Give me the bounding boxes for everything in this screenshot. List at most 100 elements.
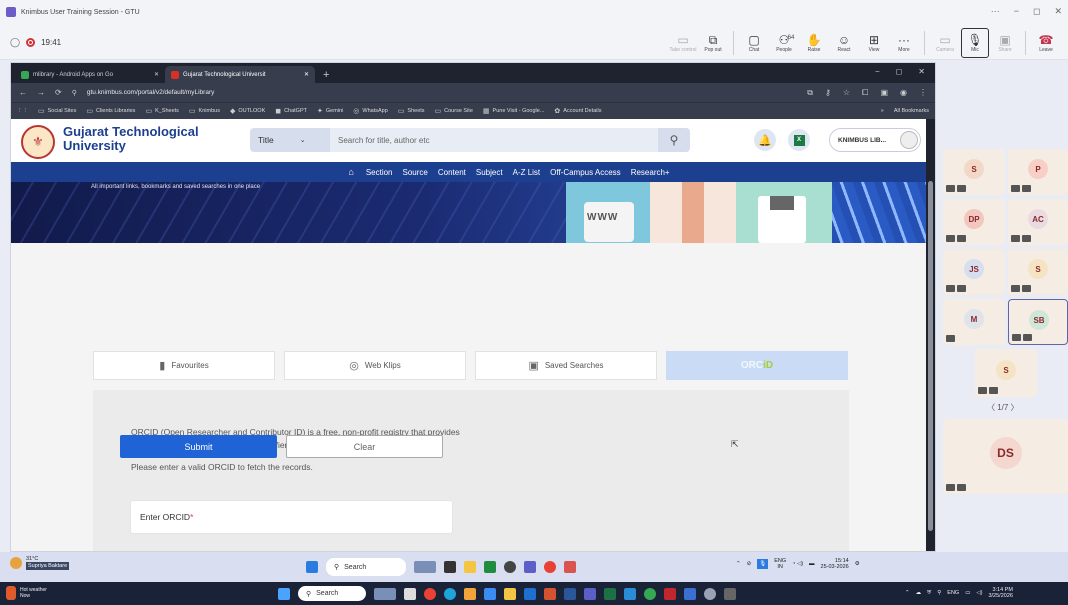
minimize-button[interactable]: − (1014, 6, 1019, 17)
participant-tile[interactable]: DP (943, 199, 1005, 245)
new-tab-button[interactable]: + (315, 69, 337, 83)
maximize-button[interactable]: ◻ (1033, 6, 1040, 17)
usb-icon[interactable]: ⚲ (937, 590, 941, 596)
file-explorer-icon[interactable] (504, 587, 516, 600)
bookmark-whatsapp[interactable]: ◎ WhatsApp (353, 107, 387, 115)
powerpoint-icon[interactable] (544, 587, 556, 600)
browser-menu-icon[interactable]: ⋮ (919, 88, 927, 98)
pop-out-button[interactable]: ⧉ Pop out (699, 28, 727, 58)
notification-icon[interactable]: ⚙ (855, 561, 860, 567)
browser-minimize-button[interactable]: − (875, 67, 880, 76)
bookmark-pune-visit-google[interactable]: ▦ Pune Visit - Google... (483, 107, 545, 115)
teams-icon[interactable] (584, 587, 596, 600)
bookmark-knimbus[interactable]: ▭ Knimbus (189, 107, 220, 115)
extensions-icon[interactable]: ⧠ (862, 88, 868, 98)
chrome-icon[interactable] (544, 561, 556, 573)
tab-web-klips[interactable]: ◎ Web Klips (284, 351, 466, 380)
nav-subject[interactable]: Subject (476, 168, 503, 177)
react-button[interactable]: ☺ React (830, 28, 858, 58)
camera-button[interactable]: ▭ Camera (931, 28, 959, 58)
raise-button[interactable]: ✋ Raise (800, 28, 828, 58)
password-key-icon[interactable]: ⚷ (825, 88, 831, 98)
edge-icon[interactable] (444, 587, 456, 600)
clear-button[interactable]: Clear (286, 435, 443, 458)
profile-icon[interactable]: ◉ (900, 88, 907, 98)
university-name[interactable]: Gujarat Technological University (63, 125, 199, 153)
mic-button[interactable]: 🎙 Mic (961, 28, 989, 58)
participant-tile[interactable]: S (975, 349, 1037, 397)
bookmark-k-sheets[interactable]: ▭ K_Sheets (145, 107, 178, 115)
view-button[interactable]: ⊞ View (860, 28, 888, 58)
task-view-icon[interactable] (404, 587, 416, 600)
calendar-icon[interactable] (684, 587, 696, 600)
nav-az-list[interactable]: A-Z List (513, 168, 541, 177)
chrome-alt-icon[interactable] (644, 587, 656, 600)
sheets-icon[interactable] (484, 561, 496, 573)
participant-tile[interactable]: DS (943, 419, 1068, 494)
nav-section[interactable]: Section (366, 168, 393, 177)
participant-tile[interactable]: S (943, 149, 1005, 195)
participant-tile[interactable]: S (1008, 249, 1068, 295)
chevron-up-icon[interactable]: ⌃ (736, 561, 741, 567)
forward-icon[interactable]: → (37, 88, 45, 97)
vscode-icon[interactable] (624, 587, 636, 600)
teams-icon[interactable] (524, 561, 536, 573)
camera-app-icon[interactable] (724, 587, 736, 600)
mute-icon[interactable]: ⊘ (747, 561, 752, 567)
task-view-icon[interactable] (444, 561, 456, 573)
page-scrollbar[interactable] (926, 119, 935, 551)
browser-maximize-button[interactable]: ◻ (896, 67, 903, 76)
sidebar-icon[interactable]: ▣ (880, 88, 888, 98)
bookmark-account-details[interactable]: ✿ Account Details (554, 107, 601, 115)
excel-export-icon[interactable]: X (788, 129, 810, 151)
bookmark-clients-libraries[interactable]: ▭ Clients Libraries (86, 107, 135, 115)
close-tab-icon[interactable]: ✕ (154, 71, 159, 78)
participant-pager[interactable]: 〈 1/7 〉 (987, 402, 1019, 413)
chat-button[interactable]: ▢ Chat (740, 28, 768, 58)
notification-bell-icon[interactable]: 🔔 (754, 129, 776, 151)
more-bookmarks-icon[interactable]: » (881, 108, 884, 114)
participant-tile[interactable]: JS (943, 249, 1005, 295)
excel-icon[interactable] (604, 587, 616, 600)
browser-tab-mlibrary[interactable]: mlibrary - Android Apps on Go ✕ (15, 66, 165, 83)
nav-off-campus[interactable]: Off-Campus Access (550, 168, 621, 177)
app-icon[interactable] (504, 561, 516, 573)
cast-icon[interactable]: ⧉ (807, 88, 813, 98)
participant-tile[interactable]: M (943, 299, 1005, 345)
weather-widget-local[interactable]: Hot weather Now (6, 586, 47, 600)
store-icon[interactable] (484, 587, 496, 600)
back-icon[interactable]: ← (19, 88, 27, 97)
chevron-up-icon[interactable]: ⌃ (905, 590, 910, 596)
mic-icon[interactable]: 🎙 (757, 559, 769, 569)
participant-tile[interactable]: P (1008, 149, 1068, 195)
star-icon[interactable]: ☆ (843, 88, 850, 98)
copilot-icon[interactable] (414, 561, 436, 573)
taskbar-search[interactable]: ⚲ Search (326, 558, 406, 576)
volume-icon[interactable]: ◁) (976, 590, 982, 596)
people-button[interactable]: ⚇ 64 People (770, 28, 798, 58)
cloud-icon[interactable]: ☁ (916, 590, 922, 596)
display-icon[interactable]: ▭ (965, 590, 970, 596)
language-indicator[interactable]: ENG (947, 590, 959, 596)
bookmark-gemini[interactable]: ✦ Gemini (317, 107, 343, 115)
close-tab-icon[interactable]: ✕ (304, 71, 309, 78)
share-button[interactable]: ▣ Share (991, 28, 1019, 58)
copilot-icon[interactable] (374, 587, 396, 600)
tab-saved-searches[interactable]: ▣ Saved Searches (475, 351, 657, 380)
outlook-icon[interactable] (524, 587, 536, 600)
tab-favourites[interactable]: ▮ Favourites (93, 351, 275, 380)
leave-button[interactable]: ☎ Leave (1032, 28, 1060, 58)
orcid-input[interactable]: Enter ORCID * (130, 500, 453, 534)
site-info-icon[interactable]: ⚲ (72, 89, 77, 97)
bookmark-outlook[interactable]: ◆ OUTLOOK (230, 107, 265, 115)
url-field[interactable]: gtu.knimbus.com/portal/v2/default/myLibr… (87, 89, 215, 96)
take-control-button[interactable]: ▭ Take control (669, 28, 697, 58)
tab-orcid[interactable]: ORCiD (666, 351, 848, 380)
search-filter-select[interactable]: Title ⌄ (250, 128, 330, 152)
user-menu[interactable]: KNIMBUS LIB... (829, 128, 921, 152)
participant-tile[interactable]: SB (1008, 299, 1068, 345)
bookmark-sheets[interactable]: ▭ Sheets (398, 107, 425, 115)
browser-tab-gtu[interactable]: Gujarat Technological Universit ✕ (165, 66, 315, 83)
search-icon[interactable]: ⚲ (658, 128, 690, 152)
nav-research-plus[interactable]: Research+ (631, 168, 670, 177)
